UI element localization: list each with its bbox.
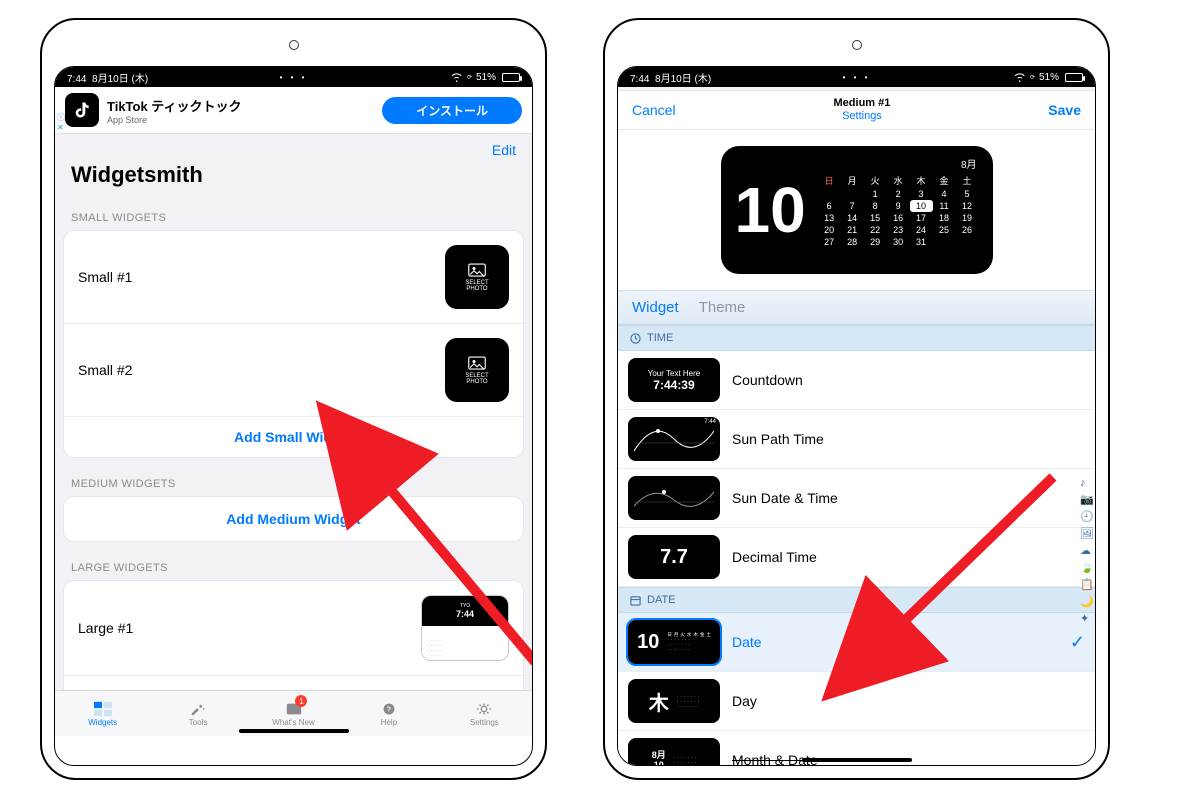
tab-settings[interactable]: Settings — [437, 691, 532, 736]
badge-count: 1 — [295, 695, 307, 707]
select-photo-thumb: SELECT PHOTO — [445, 245, 509, 309]
tab-widgets[interactable]: Widgets — [55, 691, 150, 736]
calendar-icon — [630, 595, 641, 606]
ad-banner[interactable]: ⓘ✕ TikTok ティックトック App Store インストール — [55, 87, 532, 134]
add-medium-widget-button[interactable]: Add Medium Widget — [64, 497, 523, 541]
option-day[interactable]: 木 ····················· Day — [618, 672, 1095, 731]
section-header-medium: MEDIUM WIDGETS — [55, 464, 532, 496]
home-indicator — [239, 729, 349, 733]
nav-bar: Cancel Medium #1 Settings Save — [618, 91, 1095, 130]
category-header-date: DATE — [618, 587, 1095, 613]
install-button[interactable]: インストール — [382, 97, 522, 124]
page-title: Widgetsmith — [55, 158, 532, 198]
category-header-time: TIME — [618, 325, 1095, 351]
camera-hole — [289, 40, 299, 50]
widget-preview: 10 8月日月火水木金土1234567891011121314151617181… — [618, 130, 1095, 290]
option-sunpath[interactable]: 7:44 Sun Path Time — [618, 410, 1095, 469]
small-widget-row[interactable]: Small #2 SELECT PHOTO — [64, 324, 523, 417]
ipad-right: 7:44 8月10日 (木) • • • ⟳ 51% Cancel Medium… — [603, 18, 1110, 780]
option-date[interactable]: 10 日月火水木金土····················· Date ✓ — [618, 613, 1095, 672]
segment-control[interactable]: Widget Theme — [618, 290, 1095, 325]
status-dots: • • • — [280, 73, 308, 82]
select-photo-thumb: SELECT PHOTO — [445, 338, 509, 402]
large-preview-thumb: TYO7:44 · · · · · · ·· · · · · · ·· · · … — [421, 595, 509, 661]
large-widget-row[interactable]: Large #1 TYO7:44 · · · · · · ·· · · · · … — [64, 581, 523, 676]
status-time: 7:44 — [67, 74, 86, 85]
check-icon: ✓ — [1070, 632, 1085, 653]
small-widget-row[interactable]: Small #1 SELECT PHOTO — [64, 231, 523, 324]
small-widgets-card: Small #1 SELECT PHOTO Small #2 SELECT PH… — [63, 230, 524, 458]
save-button[interactable]: Save — [1048, 102, 1081, 118]
battery-icon — [502, 73, 520, 82]
preview-day-number: 10 — [735, 178, 818, 242]
tab-tools[interactable]: Tools — [150, 691, 245, 736]
ad-subtitle: App Store — [107, 115, 382, 125]
edit-button[interactable]: Edit — [492, 142, 516, 158]
option-sundate[interactable]: Sun Date & Time — [618, 469, 1095, 528]
battery-icon — [1065, 73, 1083, 82]
option-countdown[interactable]: Your Text Here7:44:39 Countdown — [618, 351, 1095, 410]
tab-help[interactable]: ?Help — [341, 691, 436, 736]
svg-text:?: ? — [387, 704, 391, 713]
preview-calendar: 8月日月火水木金土1234567891011121314151617181920… — [818, 156, 979, 264]
section-header-large: LARGE WIDGETS — [55, 548, 532, 580]
segment-widget[interactable]: Widget — [632, 299, 679, 316]
status-bar: 7:44 8月10日 (木) • • • ⟳ 51% — [618, 67, 1095, 87]
segment-theme[interactable]: Theme — [699, 299, 746, 316]
nav-subtitle[interactable]: Settings — [834, 110, 891, 123]
medium-widgets-card: Add Medium Widget — [63, 496, 524, 542]
screen-right: 7:44 8月10日 (木) • • • ⟳ 51% Cancel Medium… — [617, 66, 1096, 766]
ipad-left: 7:44 8月10日 (木) • • • ⟳ 51% ⓘ✕ TikTok ティッ… — [40, 18, 547, 780]
ad-title: TikTok ティックトック — [107, 96, 382, 115]
refresh-icon: ⟳ — [467, 74, 472, 81]
status-date: 8月10日 (木) — [92, 74, 148, 85]
add-small-widget-button[interactable]: Add Small Widget — [64, 417, 523, 457]
camera-hole — [852, 40, 862, 50]
home-indicator — [802, 758, 912, 762]
clock-icon — [630, 333, 641, 344]
section-header-small: SMALL WIDGETS — [55, 198, 532, 230]
tiktok-icon — [65, 93, 99, 127]
adchoices-icon[interactable]: ⓘ✕ — [57, 113, 65, 133]
wifi-icon — [450, 72, 463, 82]
battery-percent: 51% — [476, 72, 496, 83]
option-decimal[interactable]: 7.7 Decimal Time — [618, 528, 1095, 587]
wifi-icon — [1013, 72, 1026, 82]
screen-left: 7:44 8月10日 (木) • • • ⟳ 51% ⓘ✕ TikTok ティッ… — [54, 66, 533, 766]
nav-title: Medium #1 — [834, 97, 891, 110]
status-bar: 7:44 8月10日 (木) • • • ⟳ 51% — [55, 67, 532, 87]
category-scrubber[interactable]: ♪📷🕘🖼☁🍃📋🌙✦ — [1080, 477, 1094, 625]
cancel-button[interactable]: Cancel — [632, 102, 676, 118]
